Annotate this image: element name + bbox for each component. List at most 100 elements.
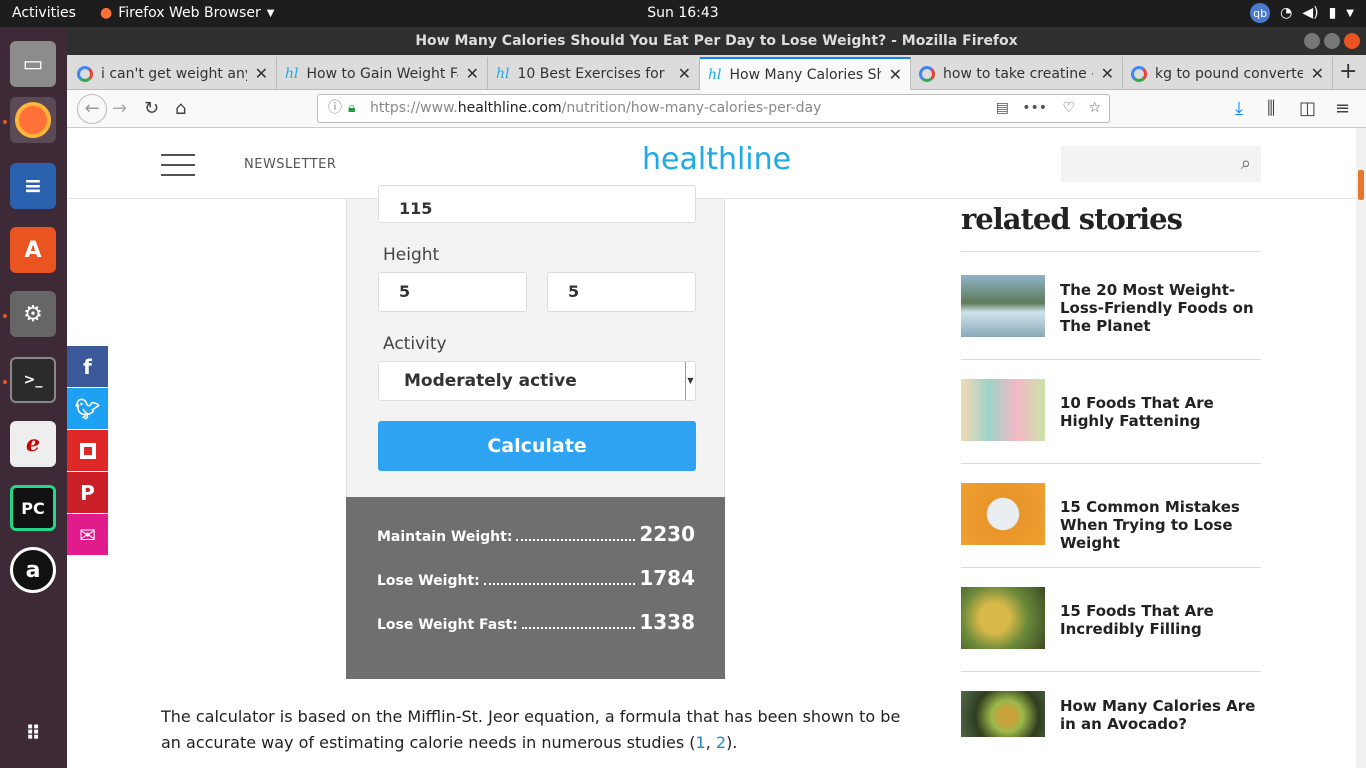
wifi-icon: ◔ bbox=[1280, 5, 1293, 21]
menu-icon[interactable]: ≡ bbox=[1335, 98, 1350, 119]
amazon-icon[interactable]: a bbox=[10, 547, 56, 593]
tab[interactable]: how to take creatine - G ✕ bbox=[911, 57, 1123, 90]
app-grid-icon[interactable]: ⠿ bbox=[10, 710, 56, 756]
healthline-icon: hl bbox=[285, 65, 299, 82]
search-input[interactable]: ⌕ bbox=[1061, 146, 1261, 182]
tab[interactable]: hl How to Gain Weight Fa ✕ bbox=[277, 57, 488, 90]
chevron-down-icon: ▼ bbox=[1346, 7, 1354, 19]
download-icon[interactable]: ⤓ bbox=[1235, 98, 1243, 119]
facebook-share-button[interactable]: f bbox=[67, 346, 108, 387]
scroll-thumb[interactable] bbox=[1358, 170, 1364, 200]
close-tab-icon[interactable]: ✕ bbox=[678, 64, 691, 83]
related-stories: related stories The 20 Most Weight-Loss-… bbox=[961, 199, 1261, 737]
url-prefix: https://www. bbox=[370, 100, 458, 116]
document-viewer-icon[interactable]: ℯ bbox=[10, 421, 56, 467]
height-label: Height bbox=[383, 245, 440, 265]
settings-icon[interactable]: ⚙ bbox=[10, 291, 56, 337]
close-tab-icon[interactable]: ✕ bbox=[466, 64, 479, 83]
tab-active[interactable]: hl How Many Calories Sho ✕ bbox=[700, 57, 911, 90]
story-title[interactable]: 15 Foods That Are Incredibly Filling bbox=[1060, 602, 1260, 638]
app-menu[interactable]: ● Firefox Web Browser ▼ bbox=[100, 5, 274, 21]
running-indicator bbox=[3, 120, 7, 124]
reference-link[interactable]: 2 bbox=[716, 733, 726, 752]
firefox-icon: ● bbox=[100, 5, 113, 21]
result-value: 1338 bbox=[639, 610, 695, 634]
tab[interactable]: hl 10 Best Exercises for E ✕ bbox=[488, 57, 700, 90]
reader-view-icon[interactable]: ▤ bbox=[996, 95, 1009, 122]
library-icon[interactable]: ⫼ bbox=[1267, 98, 1275, 119]
related-story[interactable]: 15 Common Mistakes When Trying to Lose W… bbox=[961, 464, 1261, 568]
activity-select[interactable]: Moderately active ▼ bbox=[378, 361, 696, 401]
close-tab-icon[interactable]: ✕ bbox=[1101, 64, 1114, 83]
url-path: /nutrition/how-many-calories-per-day bbox=[561, 100, 822, 116]
story-thumbnail[interactable] bbox=[961, 379, 1045, 441]
related-story[interactable]: The 20 Most Weight-Loss-Friendly Foods o… bbox=[961, 256, 1261, 360]
new-tab-icon[interactable]: + bbox=[1339, 59, 1357, 84]
story-title[interactable]: 15 Common Mistakes When Trying to Lose W… bbox=[1060, 498, 1260, 552]
battery-icon: ▮ bbox=[1328, 5, 1337, 21]
calculate-button[interactable]: Calculate bbox=[378, 421, 696, 471]
user-avatar[interactable]: qb bbox=[1250, 3, 1271, 23]
pinterest-share-button[interactable]: P bbox=[67, 472, 108, 513]
newsletter-link[interactable]: NEWSLETTER bbox=[244, 157, 336, 172]
minimize-button[interactable] bbox=[1304, 33, 1320, 49]
close-tab-icon[interactable]: ✕ bbox=[889, 65, 902, 84]
story-thumbnail[interactable] bbox=[961, 275, 1045, 337]
email-icon: ✉ bbox=[79, 522, 96, 547]
story-title[interactable]: 10 Foods That Are Highly Fattening bbox=[1060, 394, 1260, 430]
reference-link[interactable]: 1 bbox=[696, 733, 706, 752]
address-bar[interactable]: ⓘ 🔒︎ https://www.healthline.com/nutritio… bbox=[317, 94, 1110, 123]
story-title[interactable]: How Many Calories Are in an Avocado? bbox=[1060, 697, 1260, 733]
pocket-icon[interactable]: ♡ bbox=[1062, 95, 1075, 122]
forward-icon[interactable]: → bbox=[112, 98, 127, 119]
writer-icon[interactable]: ≡ bbox=[10, 163, 56, 209]
story-title[interactable]: The 20 Most Weight-Loss-Friendly Foods o… bbox=[1060, 281, 1260, 335]
related-story[interactable]: 15 Foods That Are Incredibly Filling bbox=[961, 568, 1261, 672]
back-icon[interactable]: ← bbox=[77, 94, 107, 124]
email-share-button[interactable]: ✉ bbox=[67, 514, 108, 555]
tab[interactable]: i can't get weight anyho ✕ bbox=[69, 57, 277, 90]
hamburger-menu-icon[interactable] bbox=[161, 154, 195, 184]
page-scrollbar[interactable] bbox=[1356, 128, 1366, 768]
healthline-logo[interactable]: healthline bbox=[642, 142, 791, 177]
search-icon: ⌕ bbox=[1240, 153, 1251, 174]
flipboard-share-button[interactable] bbox=[67, 430, 108, 471]
sidebar-icon[interactable]: ◫ bbox=[1299, 98, 1316, 119]
page-actions-icon[interactable]: ••• bbox=[1022, 95, 1047, 122]
article-paragraph: The calculator is based on the Mifflin-S… bbox=[161, 704, 921, 756]
height-inches-field[interactable]: 5 bbox=[547, 272, 696, 312]
bookmark-star-icon[interactable]: ☆ bbox=[1088, 95, 1101, 122]
activities-button[interactable]: Activities bbox=[12, 5, 76, 21]
flipboard-icon bbox=[79, 442, 96, 459]
close-tab-icon[interactable]: ✕ bbox=[1311, 64, 1324, 83]
files-icon[interactable]: ▭ bbox=[10, 41, 56, 87]
lock-icon: 🔒︎ bbox=[348, 100, 356, 116]
info-icon[interactable]: ⓘ bbox=[328, 95, 342, 122]
twitter-share-button[interactable]: 🐦︎ bbox=[67, 388, 108, 429]
story-thumbnail[interactable] bbox=[961, 587, 1045, 649]
close-tab-icon[interactable]: ✕ bbox=[255, 64, 268, 83]
story-thumbnail[interactable] bbox=[961, 483, 1045, 545]
result-value: 2230 bbox=[639, 522, 695, 546]
story-thumbnail[interactable] bbox=[961, 691, 1045, 737]
maximize-button[interactable] bbox=[1324, 33, 1340, 49]
google-icon bbox=[77, 65, 93, 82]
related-story[interactable]: 10 Foods That Are Highly Fattening bbox=[961, 360, 1261, 464]
reload-icon[interactable]: ↻ bbox=[144, 98, 159, 119]
close-button[interactable] bbox=[1344, 33, 1360, 49]
pycharm-icon[interactable]: PC bbox=[10, 485, 56, 531]
dock: ▭ ≡ A ⚙ >_ ℯ PC a ⠿ bbox=[0, 27, 67, 768]
home-icon[interactable]: ⌂ bbox=[175, 98, 186, 119]
firefox-icon[interactable] bbox=[10, 97, 56, 143]
terminal-icon[interactable]: >_ bbox=[10, 357, 56, 403]
tab[interactable]: kg to pound converter ✕ bbox=[1123, 57, 1333, 90]
related-story[interactable]: How Many Calories Are in an Avocado? bbox=[961, 672, 1261, 768]
software-center-icon[interactable]: A bbox=[10, 227, 56, 273]
height-feet-field[interactable]: 5 bbox=[378, 272, 527, 312]
tab-label: kg to pound converter bbox=[1155, 65, 1303, 82]
weight-field[interactable]: 115 bbox=[378, 185, 696, 223]
activity-label: Activity bbox=[383, 334, 447, 354]
system-tray[interactable]: qb ◔ ◀) ▮ ▼ bbox=[1250, 3, 1354, 23]
clock[interactable]: Sun 16:43 bbox=[647, 5, 718, 21]
result-label: Lose Weight Fast: bbox=[377, 617, 518, 633]
